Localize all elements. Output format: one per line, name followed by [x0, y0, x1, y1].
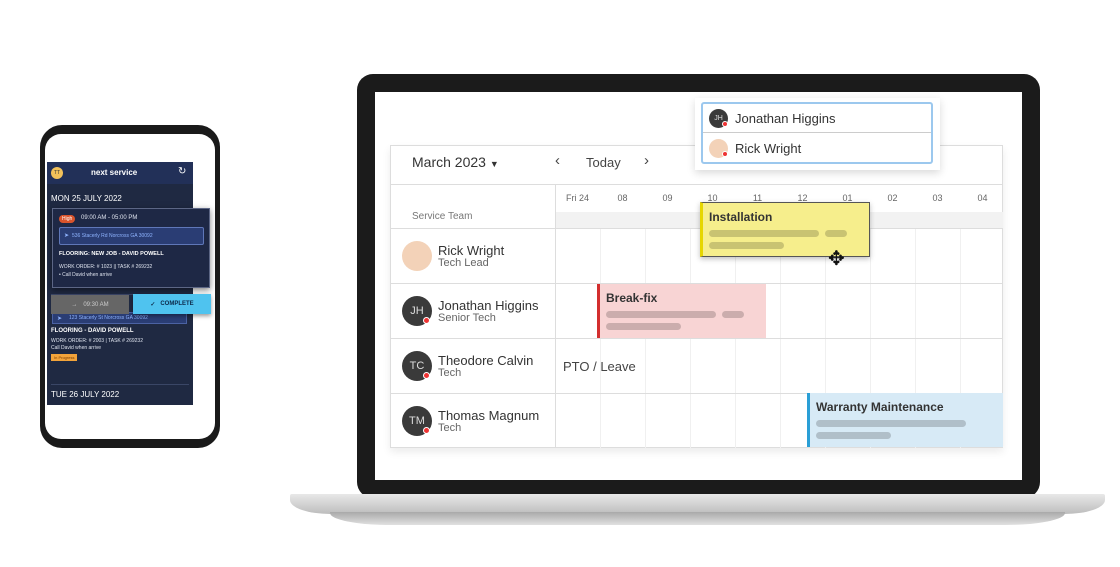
avatar [402, 241, 432, 271]
phone-header: TT next service ↻ [47, 162, 193, 184]
work-order: WORK ORDER: # 2003 | TASK # 269232 [51, 338, 143, 344]
tech-name[interactable]: Rick Wright [438, 243, 504, 258]
job-card[interactable]: High 09:00 AM - 05:00 PM ➤ 536 Stacerly R… [52, 208, 210, 288]
hour-label: 04 [977, 193, 988, 203]
event-title: Installation [709, 210, 773, 224]
event-title: Warranty Maintenance [816, 400, 944, 414]
dropdown-item[interactable]: Rick Wright [703, 134, 931, 163]
tech-row: TC Theodore Calvin Tech [390, 338, 1003, 393]
tech-name[interactable]: Thomas Magnum [438, 408, 539, 423]
event-pto[interactable]: PTO / Leave [563, 359, 636, 374]
dropdown-list: JH Jonathan Higgins Rick Wright [701, 102, 933, 164]
priority-badge: High [59, 215, 76, 223]
job-title: FLOORING: NEW JOB - DAVID POWELL [59, 251, 164, 257]
move-cursor-icon: ✥ [828, 248, 845, 270]
arrow-right-icon: → [71, 301, 78, 308]
laptop-base [290, 494, 1105, 514]
job-note: • Call David when arrive [59, 272, 113, 278]
tech-role: Tech Lead [438, 257, 489, 269]
hour-label: Fri 24 [565, 193, 589, 203]
date-heading: MON 25 JULY 2022 [51, 194, 122, 203]
today-button[interactable]: Today [586, 155, 621, 170]
month-selector[interactable]: March 2023 ▼ [412, 154, 499, 170]
event-warranty[interactable]: Warranty Maintenance [807, 393, 1003, 447]
job-time: 09:00 AM - 05:00 PM [81, 215, 138, 221]
refresh-icon[interactable]: ↻ [178, 166, 186, 177]
tech-name[interactable]: Theodore Calvin [438, 353, 533, 368]
check-icon: ✓ [150, 301, 156, 308]
job-title: FLOORING - DAVID POWELL [51, 328, 134, 334]
next-date-heading: TUE 26 JULY 2022 [51, 390, 120, 399]
hour-label: 02 [887, 193, 898, 203]
tech-row: Rick Wright Tech Lead [390, 228, 1003, 283]
job-note: Call David when arrive [51, 345, 102, 351]
work-order: WORK ORDER: # 1023 || TASK # 269232 [59, 264, 153, 270]
hour-label: 03 [932, 193, 943, 203]
event-breakfix[interactable]: Break-fix [597, 284, 766, 338]
hour-label: 08 [617, 193, 628, 203]
brand-logo: next service [91, 168, 138, 177]
tech-role: Senior Tech [438, 312, 496, 324]
checkin-button[interactable]: → 09:30 AM [51, 295, 129, 314]
caret-down-icon: ▼ [489, 159, 499, 169]
status-badge: In Progress [51, 354, 78, 361]
tech-role: Tech [438, 367, 462, 379]
hour-label: 09 [662, 193, 673, 203]
dropdown-item[interactable]: JH Jonathan Higgins [703, 104, 931, 133]
avatar[interactable]: TT [51, 167, 63, 179]
team-label: Service Team [412, 211, 473, 222]
tech-role: Tech [438, 422, 462, 434]
laptop-base-bottom [330, 512, 1065, 525]
divider [51, 384, 189, 385]
event-title: Break-fix [606, 291, 658, 305]
prev-button[interactable]: ‹ [555, 152, 560, 169]
tech-name[interactable]: Jonathan Higgins [438, 298, 538, 313]
complete-button[interactable]: ✓ COMPLETE [133, 294, 211, 314]
address-link[interactable]: ➤ 536 Stacerly Rd Norcross GA 30092 [59, 227, 204, 245]
next-button[interactable]: › [644, 152, 649, 169]
divider [390, 184, 1003, 185]
